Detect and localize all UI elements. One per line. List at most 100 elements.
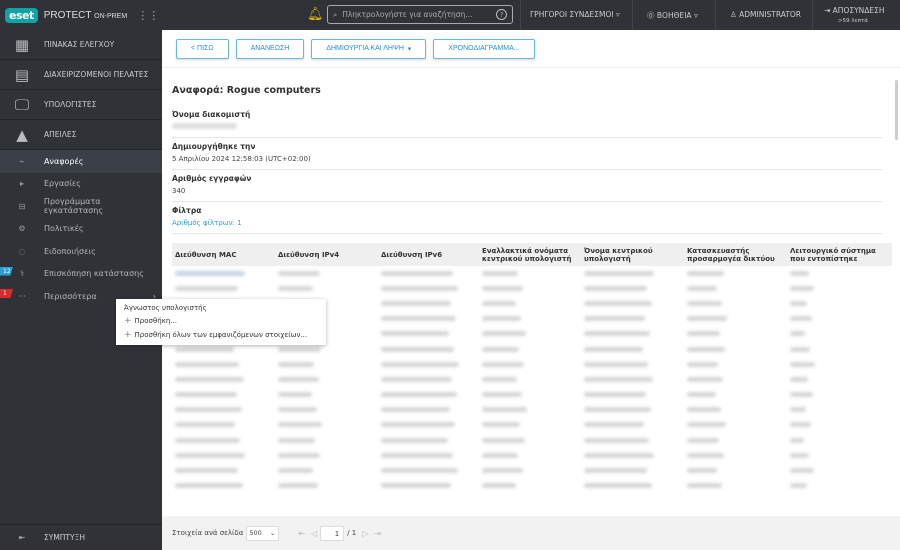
last-page-icon[interactable]: ⇥ <box>374 529 381 538</box>
table-cell <box>378 296 479 311</box>
help-menu[interactable]: ⓪ ΒΟΗΘΕΙΑ ▿ <box>647 10 698 21</box>
table-cell <box>684 266 787 281</box>
table-cell <box>378 312 479 327</box>
table-row[interactable] <box>172 463 892 478</box>
collapse-sidebar-button[interactable]: ⇤ ΣΥΜΠΤΥΞΗ <box>0 524 162 550</box>
per-page-select[interactable]: 500 ⌄ <box>246 525 280 541</box>
table-cell <box>787 327 892 342</box>
first-page-icon[interactable]: ⇤ <box>298 529 305 538</box>
schedule-button[interactable]: ΧΡΟΝΟΔΙΑΓΡΑΜΜΑ... <box>433 38 535 59</box>
table-cell <box>479 327 581 342</box>
table-row[interactable] <box>172 418 892 433</box>
notification-bell-icon[interactable]: 🔔︎ <box>307 7 324 22</box>
table-cell <box>684 327 787 342</box>
table-cell <box>581 388 684 403</box>
apps-grid-icon[interactable]: ⋮⋮ <box>137 9 159 22</box>
refresh-button[interactable]: ΑΝΑΝΕΩΣΗ <box>235 38 305 59</box>
column-header[interactable]: Εναλλακτικά ονόματα κεντρικού υπολογιστή <box>479 243 581 266</box>
table-row[interactable] <box>172 479 892 494</box>
table-cell <box>787 312 892 327</box>
table-cell <box>787 403 892 418</box>
table-cell <box>684 433 787 448</box>
column-header[interactable]: Διεύθυνση IPv4 <box>275 243 378 266</box>
policies-icon: ⚙ <box>18 224 26 234</box>
table-row[interactable] <box>172 372 892 387</box>
table-cell <box>275 448 378 463</box>
table-cell <box>479 372 581 387</box>
column-header[interactable]: Κατασκευαστής προσαρμογέα δικτύου <box>684 243 787 266</box>
sidebar-item-policies[interactable]: ⚙ Πολιτικές <box>0 218 162 241</box>
sidebar-item-computers[interactable]: 🖵︎ ΥΠΟΛΟΓΙΣΤΕΣ <box>0 90 162 120</box>
sidebar-item-status-overview[interactable]: 12 ⚕ Επισκόπηση κατάστασης <box>0 263 162 286</box>
sidebar-item-tasks[interactable]: ▸ Εργασίες <box>0 173 162 196</box>
table-cell <box>172 388 275 403</box>
logout-button[interactable]: ⇥ ΑΠΟΣΥΝΔΕΣΗ >59 λεπτά <box>824 6 885 24</box>
table-cell <box>684 296 787 311</box>
table-cell <box>787 388 892 403</box>
column-header[interactable]: Διεύθυνση MAC <box>172 243 275 266</box>
pagination-bar: Στοιχεία ανά σελίδα 500 ⌄ ⇤ ◁ 1 / 1 ▷ ⇥ <box>162 516 900 550</box>
search-help-icon[interactable]: ? <box>496 9 507 20</box>
main-content: < ΠΙΣΩ ΑΝΑΝΕΩΣΗ ΔΗΜΙΟΥΡΓΙΑ ΚΑΙ ΛΗΨΗ ▾ ΧΡ… <box>162 30 900 516</box>
user-menu[interactable]: ♙ ADMINISTRATOR <box>730 10 801 19</box>
table-cell <box>378 463 479 478</box>
table-cell <box>684 448 787 463</box>
table-row[interactable] <box>172 357 892 372</box>
table-cell <box>581 372 684 387</box>
sidebar: ▦ ΠΙΝΑΚΑΣ ΕΛΕΓΧΟΥ ▤ ΔΙΑΧΕΙΡΙΖΟΜΕΝΟΙ ΠΕΛΑΤΕ… <box>0 30 162 550</box>
table-cell <box>275 357 378 372</box>
table-cell <box>684 418 787 433</box>
add-all-menu-item[interactable]: + Προσθήκη όλων των εμφανιζόμενων στοιχεί… <box>116 328 326 342</box>
table-cell <box>479 357 581 372</box>
dashboard-icon: ▦ <box>14 35 30 54</box>
table-cell <box>479 403 581 418</box>
column-header[interactable]: Διεύθυνση IPv6 <box>378 243 479 266</box>
next-page-icon[interactable]: ▷ <box>362 529 368 538</box>
table-cell <box>684 357 787 372</box>
table-row[interactable] <box>172 403 892 418</box>
scrollbar[interactable] <box>894 30 900 516</box>
table-cell <box>479 479 581 494</box>
table-cell <box>479 463 581 478</box>
warning-icon: ▲ <box>16 125 28 144</box>
table-cell <box>684 479 787 494</box>
table-cell <box>275 281 378 296</box>
table-cell <box>787 448 892 463</box>
table-cell <box>787 296 892 311</box>
table-cell <box>787 479 892 494</box>
table-row[interactable] <box>172 448 892 463</box>
table-cell <box>378 342 479 357</box>
table-row[interactable] <box>172 281 892 296</box>
table-cell <box>172 463 275 478</box>
quick-links-menu[interactable]: ΓΡΗΓΟΡΟΙ ΣΥΝΔΕΣΜΟΙ ▿ <box>530 10 620 19</box>
table-cell <box>684 312 787 327</box>
table-cell <box>172 403 275 418</box>
table-row[interactable] <box>172 266 892 281</box>
table-cell <box>581 403 684 418</box>
add-menu-item[interactable]: + Προσθήκη... <box>116 314 326 328</box>
generate-download-button[interactable]: ΔΗΜΙΟΥΡΓΙΑ ΚΑΙ ΛΗΨΗ ▾ <box>311 38 427 59</box>
sidebar-item-installers[interactable]: ⊟ Προγράμματα εγκατάστασης <box>0 195 162 218</box>
column-header[interactable]: Λειτουργικό σύστημα που εντοπίστηκε <box>787 243 892 266</box>
sidebar-item-notifications[interactable]: ◌ Ειδοποιήσεις <box>0 240 162 263</box>
report-table: Διεύθυνση MAC Διεύθυνση IPv4 Διεύθυνση IPv… <box>172 243 892 494</box>
filters-link[interactable]: Αριθμός φίλτρων: 1 <box>172 219 242 227</box>
table-row[interactable] <box>172 433 892 448</box>
column-header[interactable]: Όνομα κεντρικού υπολογιστή <box>581 243 684 266</box>
prev-page-icon[interactable]: ◁ <box>311 529 317 538</box>
table-cell <box>787 357 892 372</box>
table-cell <box>378 479 479 494</box>
table-row[interactable] <box>172 388 892 403</box>
table-cell <box>275 479 378 494</box>
sidebar-item-managed-customers[interactable]: ▤ ΔΙΑΧΕΙΡΙΖΟΜΕΝΟΙ ΠΕΛΑΤΕΣ <box>0 60 162 90</box>
sidebar-item-threats[interactable]: ▲ ΑΠΕΙΛΕΣ <box>0 120 162 150</box>
page-input[interactable]: 1 <box>320 525 345 541</box>
table-cell <box>172 372 275 387</box>
sidebar-item-dashboard[interactable]: ▦ ΠΙΝΑΚΑΣ ΕΛΕΓΧΟΥ <box>0 30 162 60</box>
sidebar-item-reports[interactable]: ⌁ Αναφορές <box>0 150 162 173</box>
back-button[interactable]: < ΠΙΣΩ <box>176 38 229 59</box>
search-input[interactable]: ⌕ Πληκτρολογήστε για αναζήτηση...? <box>327 5 513 24</box>
server-name-field: Όνομα διακομιστή <box>172 106 882 138</box>
table-cell <box>479 296 581 311</box>
table-cell <box>581 296 684 311</box>
